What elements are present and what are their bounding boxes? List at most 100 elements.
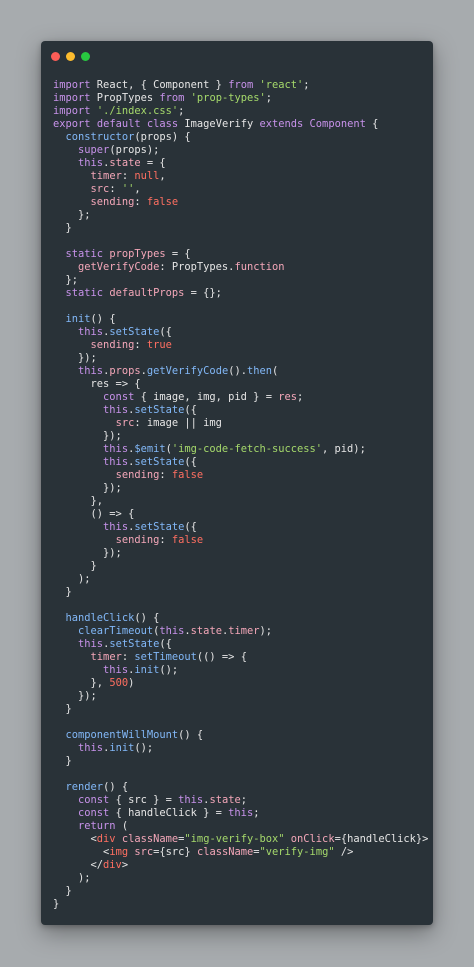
code-token: (() => { — [196, 651, 247, 663]
code-token: : — [109, 183, 122, 195]
code-token: this — [103, 443, 129, 455]
code-token: }, — [53, 677, 110, 689]
code-line: <div className="img-verify-box" onClick=… — [53, 833, 429, 846]
code-token: res => { — [53, 378, 141, 390]
code-token: setState — [109, 326, 160, 338]
code-line: this.init(); — [53, 664, 427, 677]
code-token: < — [53, 833, 97, 845]
code-token: : — [134, 196, 147, 208]
code-token: ImageVerify — [178, 118, 260, 130]
code-token: true — [146, 339, 172, 351]
code-token: function — [234, 261, 285, 273]
code-token: false — [171, 534, 204, 546]
code-token: } — [53, 755, 72, 767]
code-token: "verify-img" — [259, 846, 335, 858]
code-token: setState — [134, 456, 185, 468]
code-token: ); — [53, 872, 91, 884]
code-line: } — [53, 898, 427, 911]
code-token: = { — [165, 248, 191, 260]
code-token: this — [159, 625, 185, 637]
code-token: } — [53, 898, 60, 910]
code-token: then — [246, 365, 273, 377]
code-token: state — [190, 625, 222, 637]
code-block: import React, { Component } from 'react'… — [53, 79, 429, 911]
code-token: from — [228, 79, 254, 91]
code-token: ; — [253, 807, 260, 819]
code-token: () { — [90, 313, 116, 325]
code-line: this.props.getVerifyCode().then( — [53, 365, 427, 378]
code-line: init() { — [53, 313, 427, 326]
code-line: }); — [53, 482, 427, 495]
code-token: Component — [309, 118, 366, 130]
code-token: ; — [265, 92, 273, 104]
code-token: const — [78, 807, 110, 819]
code-token: ); — [53, 573, 91, 585]
code-token: src — [134, 846, 154, 858]
code-token: } — [53, 560, 97, 572]
code-line: static defaultProps = {}; — [53, 287, 427, 300]
code-token: ; — [240, 794, 247, 806]
code-line: }; — [53, 209, 427, 222]
code-token: setState — [109, 638, 160, 650]
code-line: handleClick() { — [53, 612, 427, 625]
code-line: sending: false — [53, 534, 427, 547]
code-token: < — [53, 846, 110, 858]
minimize-dot[interactable] — [66, 52, 75, 61]
code-token: { src } = — [109, 794, 179, 806]
code-token: import — [53, 79, 91, 91]
code-line: } — [53, 755, 427, 768]
maximize-dot[interactable] — [81, 52, 90, 61]
code-line: }); — [53, 690, 427, 703]
code-token: { image, img, pid } = — [134, 391, 279, 403]
code-token: img — [109, 846, 129, 858]
code-token: div — [96, 833, 116, 845]
code-token: this — [78, 365, 104, 377]
close-dot[interactable] — [51, 52, 60, 61]
code-line: this.init(); — [53, 742, 427, 755]
code-token: init — [134, 664, 160, 676]
code-token: : — [159, 469, 172, 481]
code-line: import PropTypes from 'prop-types'; — [53, 92, 427, 105]
code-token: : — [121, 170, 135, 182]
code-token: const — [103, 391, 135, 403]
code-token: () { — [103, 781, 129, 793]
code-line: } — [53, 586, 427, 599]
code-token: ( — [115, 820, 129, 832]
code-token: handleClick — [65, 612, 135, 624]
code-token: "img-verify-box" — [184, 833, 285, 845]
code-token: = {}; — [184, 287, 222, 299]
code-token: () { — [134, 612, 160, 624]
code-token: , — [159, 170, 166, 182]
code-line: const { src } = this.state; — [53, 794, 427, 807]
code-token: init — [65, 313, 91, 325]
code-token: : — [121, 651, 135, 663]
code-token: 500 — [109, 677, 129, 689]
code-token: false — [171, 469, 204, 481]
code-token: props — [109, 365, 141, 377]
code-token: $emit — [134, 443, 166, 455]
code-token: defaultProps — [109, 287, 185, 299]
code-token: > — [121, 859, 129, 871]
